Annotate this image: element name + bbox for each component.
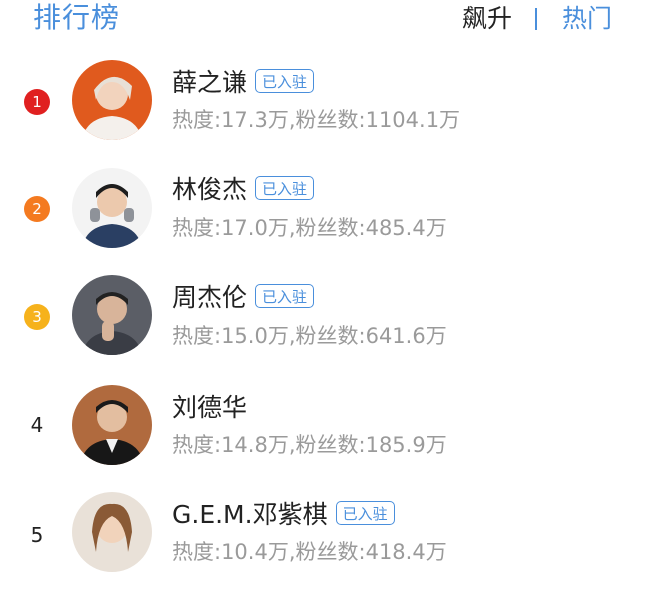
rank-badge-1: 1: [24, 89, 50, 115]
avatar-4[interactable]: [72, 385, 152, 465]
ranking-row-2[interactable]: 2 林俊杰 已入驻 热度:17.0万,粉丝数:485.4万: [0, 158, 650, 266]
name-line-2: 林俊杰 已入驻: [172, 173, 315, 207]
rank-number-4: 4: [30, 413, 44, 437]
verified-badge-2: 已入驻: [255, 176, 315, 200]
artist-name-4[interactable]: 刘德华: [172, 391, 247, 425]
ranking-row-5[interactable]: 5 G.E.M.邓紫棋 已入驻 热度:10.4万,粉丝数:418.4万: [0, 482, 650, 590]
artist-stats-5: 热度:10.4万,粉丝数:418.4万: [172, 540, 447, 564]
avatar-1[interactable]: [72, 60, 152, 140]
name-line-5: G.E.M.邓紫棋 已入驻: [172, 498, 395, 532]
rank-number-5: 5: [30, 523, 44, 547]
artist-stats-4: 热度:14.8万,粉丝数:185.9万: [172, 433, 447, 457]
name-line-1: 薛之谦 已入驻: [172, 66, 315, 100]
ranking-row-3[interactable]: 3 周杰伦 已入驻 热度:15.0万,粉丝数:641.6万: [0, 266, 650, 374]
artist-name-5[interactable]: G.E.M.邓紫棋: [172, 498, 328, 532]
verified-badge-3: 已入驻: [255, 284, 315, 308]
verified-badge-5: 已入驻: [335, 501, 395, 525]
avatar-photo-5: [72, 492, 152, 572]
rank-badge-2: 2: [24, 196, 50, 222]
avatar-3[interactable]: [72, 275, 152, 355]
verified-badge-1: 已入驻: [255, 69, 315, 93]
avatar-photo-4: [72, 385, 152, 465]
avatar-photo-1: [72, 60, 152, 140]
artist-stats-1: 热度:17.3万,粉丝数:1104.1万: [172, 108, 461, 132]
artist-name-2[interactable]: 林俊杰: [172, 173, 247, 207]
name-line-3: 周杰伦 已入驻: [172, 281, 315, 315]
artist-stats-2: 热度:17.0万,粉丝数:485.4万: [172, 216, 447, 240]
rank-badge-3: 3: [24, 304, 50, 330]
avatar-photo-2: [72, 168, 152, 248]
artist-name-1[interactable]: 薛之谦: [172, 66, 247, 100]
ranking-row-4[interactable]: 4 刘德华 热度:14.8万,粉丝数:185.9万: [0, 374, 650, 482]
avatar-2[interactable]: [72, 168, 152, 248]
avatar-5[interactable]: [72, 492, 152, 572]
artist-stats-3: 热度:15.0万,粉丝数:641.6万: [172, 324, 447, 348]
ranking-row-1[interactable]: 1 薛之谦 已入驻 热度:17.3万,粉丝数:1104.1万: [0, 50, 650, 158]
ranking-list: 1 薛之谦 已入驻 热度:17.3万,粉丝数:1104.1万 2 林俊杰 已入驻…: [0, 0, 650, 572]
avatar-photo-3: [72, 275, 152, 355]
artist-name-3[interactable]: 周杰伦: [172, 281, 247, 315]
name-line-4: 刘德华: [172, 391, 247, 425]
